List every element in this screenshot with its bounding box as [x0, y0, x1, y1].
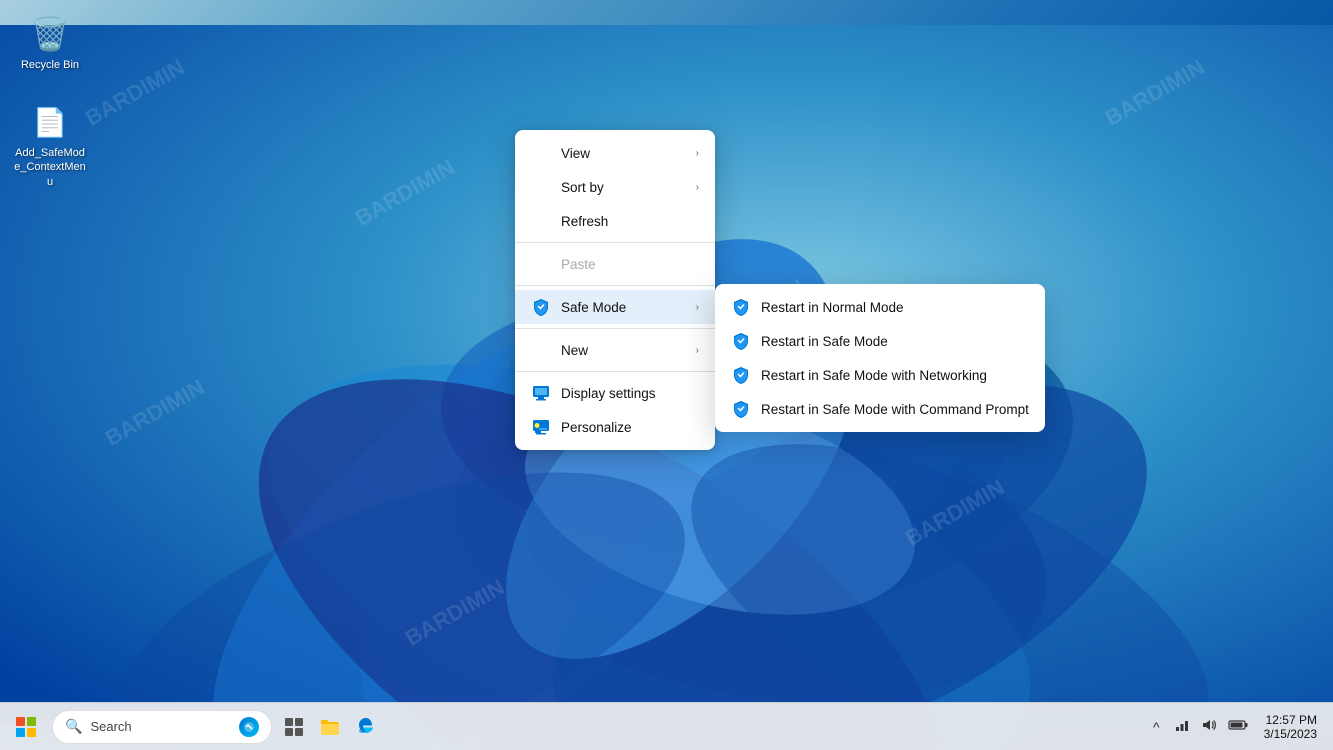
system-tray: ^	[1141, 703, 1333, 750]
safemode-arrow: ›	[696, 302, 699, 313]
restart-safe-net-label: Restart in Safe Mode with Networking	[761, 368, 1029, 383]
view-label: View	[561, 146, 686, 161]
paste-icon	[531, 254, 551, 274]
start-button[interactable]	[8, 709, 44, 745]
new-arrow: ›	[696, 345, 699, 356]
restart-normal-label: Restart in Normal Mode	[761, 300, 1029, 315]
clock[interactable]: 12:57 PM 3/15/2023	[1256, 711, 1325, 743]
search-label: Search	[90, 719, 131, 734]
restart-safe-label: Restart in Safe Mode	[761, 334, 1029, 349]
edge-browser-button[interactable]	[348, 709, 384, 745]
menu-item-new[interactable]: New ›	[515, 333, 715, 367]
new-label: New	[561, 343, 686, 358]
restart-safe-cmd-icon	[731, 399, 751, 419]
menu-item-restart-normal[interactable]: Restart in Normal Mode	[715, 290, 1045, 324]
refresh-label: Refresh	[561, 214, 699, 229]
clock-date: 3/15/2023	[1264, 727, 1317, 741]
recycle-bin-image: 🗑️	[30, 14, 70, 54]
personalize-label: Personalize	[561, 420, 699, 435]
menu-item-restart-safe[interactable]: Restart in Safe Mode	[715, 324, 1045, 358]
context-menu: View › Sort by › Refresh Paste	[515, 130, 715, 450]
restart-normal-icon	[731, 297, 751, 317]
network-icon[interactable]	[1168, 713, 1192, 740]
menu-item-safemode[interactable]: Safe Mode › Restart in Normal Mode	[515, 290, 715, 324]
separator-2	[515, 285, 715, 286]
separator-1	[515, 242, 715, 243]
separator-3	[515, 328, 715, 329]
menu-item-sortby[interactable]: Sort by ›	[515, 170, 715, 204]
add-safemode-label: Add_SafeMode_ContextMenu	[14, 146, 86, 189]
speaker-icon[interactable]	[1196, 713, 1220, 740]
desktop: BARDIMIN BARDIMIN BARDIMIN BARDIMIN BARD…	[0, 0, 1333, 750]
safemode-icon	[531, 297, 551, 317]
personalize-icon	[531, 417, 551, 437]
display-settings-label: Display settings	[561, 386, 699, 401]
add-safemode-image: 📄	[30, 102, 70, 142]
sortby-icon	[531, 177, 551, 197]
menu-item-view[interactable]: View ›	[515, 136, 715, 170]
menu-item-restart-safe-cmd[interactable]: Restart in Safe Mode with Command Prompt	[715, 392, 1045, 426]
file-explorer-button[interactable]	[312, 709, 348, 745]
search-badge	[239, 717, 259, 737]
menu-item-display-settings[interactable]: Display settings	[515, 376, 715, 410]
menu-item-personalize[interactable]: Personalize	[515, 410, 715, 444]
tray-chevron-icon[interactable]: ^	[1149, 715, 1164, 739]
search-bar[interactable]: 🔍 Search	[52, 710, 272, 744]
new-icon	[531, 340, 551, 360]
safemode-submenu: Restart in Normal Mode Restart in Safe M…	[715, 284, 1045, 432]
menu-item-restart-safe-net[interactable]: Restart in Safe Mode with Networking	[715, 358, 1045, 392]
restart-safe-icon	[731, 331, 751, 351]
safemode-label: Safe Mode	[561, 300, 686, 315]
restart-safe-net-icon	[731, 365, 751, 385]
restart-safe-cmd-label: Restart in Safe Mode with Command Prompt	[761, 402, 1029, 417]
separator-4	[515, 371, 715, 372]
recycle-bin-label: Recycle Bin	[21, 58, 79, 72]
display-settings-icon	[531, 383, 551, 403]
menu-item-paste[interactable]: Paste	[515, 247, 715, 281]
view-arrow: ›	[696, 148, 699, 159]
menu-item-refresh[interactable]: Refresh	[515, 204, 715, 238]
sortby-label: Sort by	[561, 180, 686, 195]
view-icon	[531, 143, 551, 163]
refresh-icon	[531, 211, 551, 231]
search-magnifier-icon: 🔍	[65, 718, 82, 735]
battery-icon[interactable]	[1224, 713, 1252, 740]
paste-label: Paste	[561, 257, 699, 272]
add-safemode-icon[interactable]: 📄 Add_SafeMode_ContextMenu	[10, 98, 90, 193]
recycle-bin-icon[interactable]: 🗑️ Recycle Bin	[10, 10, 90, 76]
task-view-button[interactable]	[276, 709, 312, 745]
taskbar: 🔍 Search	[0, 702, 1333, 750]
sortby-arrow: ›	[696, 182, 699, 193]
clock-time: 12:57 PM	[1266, 713, 1317, 727]
